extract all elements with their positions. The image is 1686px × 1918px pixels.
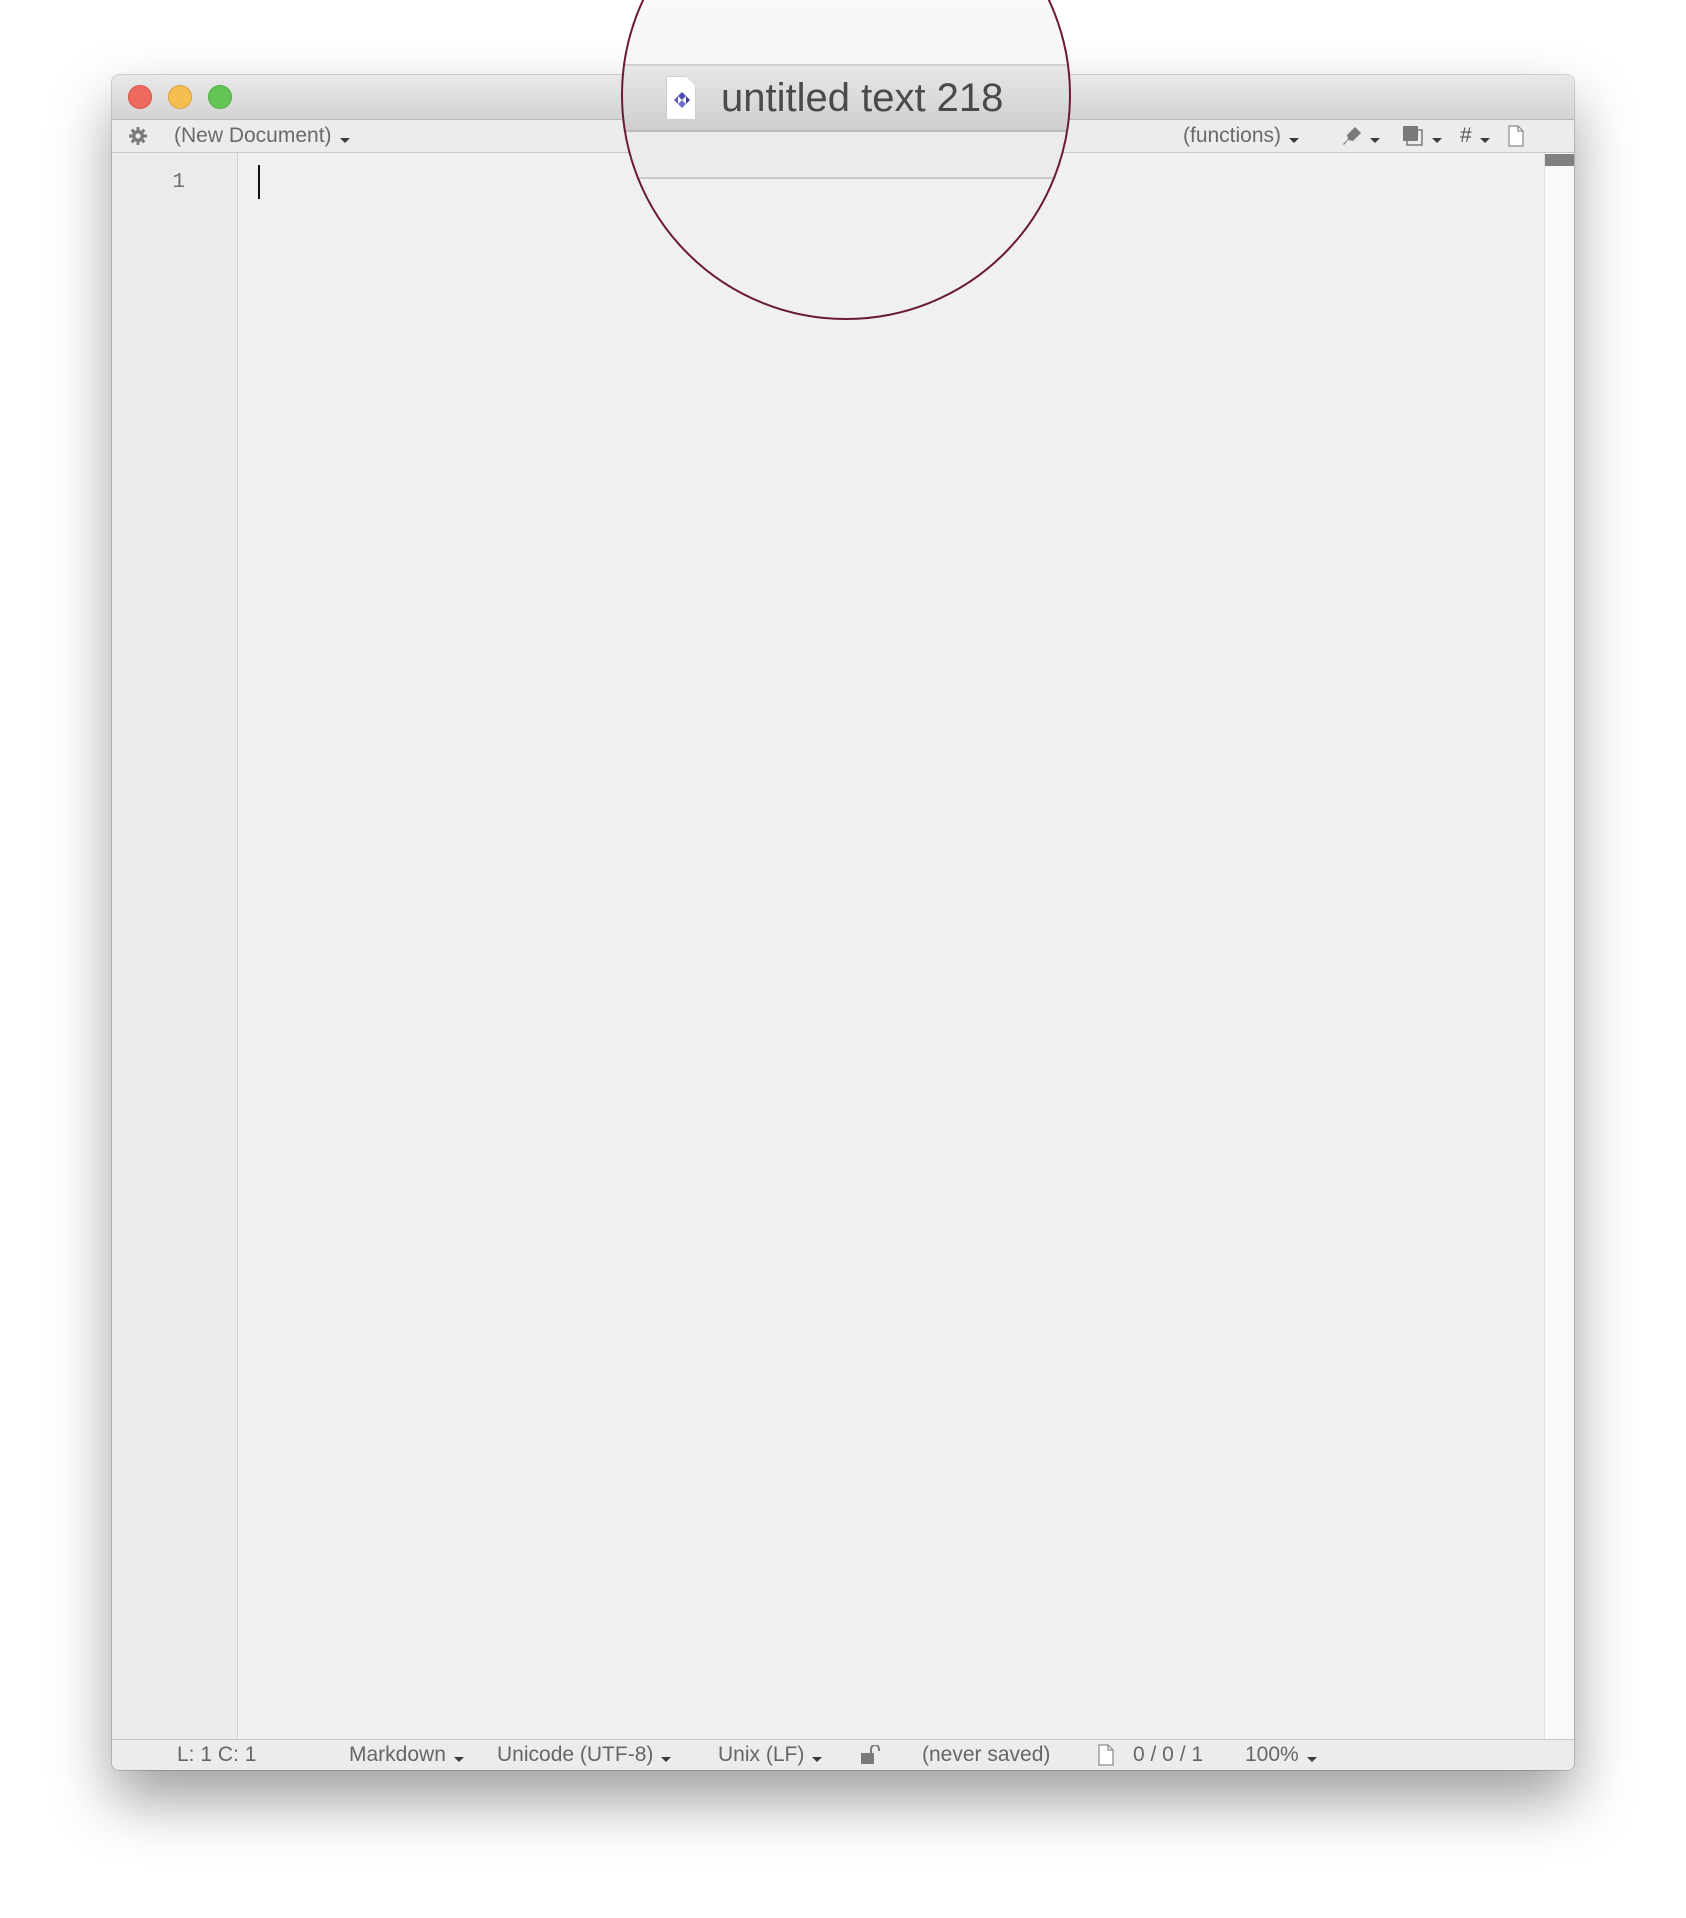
line-endings-label: Unix (LF) <box>718 1743 805 1766</box>
pen-icon <box>1343 127 1361 145</box>
editor-window: (New Document) (functions) # 1 L: 1 C: 1… <box>112 75 1574 1770</box>
line-endings-menu[interactable]: Unix (LF) <box>718 1740 823 1770</box>
magnifier-desktop <box>621 0 1071 64</box>
gear-icon <box>129 127 147 145</box>
functions-menu[interactable]: (functions) <box>1183 120 1300 152</box>
language-menu[interactable]: Markdown <box>349 1740 464 1770</box>
markers-menu[interactable] <box>1342 120 1380 152</box>
zoom-menu[interactable]: 100% <box>1245 1740 1317 1770</box>
document-stats[interactable]: 0 / 0 / 1 <box>1133 1740 1203 1770</box>
lock-button[interactable] <box>860 1740 882 1770</box>
document-menu-label: (New Document) <box>174 124 332 147</box>
cursor-position[interactable]: L: 1 C: 1 <box>177 1740 256 1770</box>
magnifier-toolbar <box>621 132 1071 179</box>
document-icon <box>1098 1744 1114 1766</box>
vertical-scrollbar[interactable] <box>1544 153 1574 1739</box>
hash-menu[interactable]: # <box>1460 120 1490 152</box>
chevron-down-icon <box>661 1757 672 1762</box>
encoding-label: Unicode (UTF-8) <box>497 1743 654 1766</box>
zoom-button[interactable] <box>208 85 232 109</box>
chevron-down-icon <box>1289 138 1300 143</box>
text-cursor <box>258 165 260 199</box>
chevron-down-icon <box>1479 138 1490 143</box>
cursor-position-label: L: 1 C: 1 <box>177 1743 257 1766</box>
status-bar: L: 1 C: 1 Markdown Unicode (UTF-8) Unix … <box>112 1739 1574 1770</box>
text-editor[interactable] <box>238 153 1544 1739</box>
zoom-label: 100% <box>1245 1743 1299 1766</box>
language-label: Markdown <box>349 1743 446 1766</box>
chevron-down-icon <box>339 138 350 143</box>
chevron-down-icon <box>1370 138 1380 143</box>
line-number-gutter: 1 <box>112 153 238 1739</box>
save-state: (never saved) <box>922 1740 1050 1770</box>
scrollbar-thumb[interactable] <box>1545 154 1574 166</box>
functions-menu-label: (functions) <box>1183 124 1282 147</box>
overlapping-squares-icon <box>1403 126 1423 146</box>
document-stats-button[interactable] <box>1098 1740 1114 1770</box>
document-stats-label: 0 / 0 / 1 <box>1133 1743 1204 1766</box>
close-button[interactable] <box>128 85 152 109</box>
magnified-window-title: untitled text 218 <box>721 76 1004 120</box>
unlocked-icon <box>861 1745 880 1764</box>
document-proxy-icon[interactable] <box>666 76 696 120</box>
chevron-down-icon <box>1306 1757 1317 1762</box>
chevron-down-icon <box>1432 138 1442 143</box>
minimize-button[interactable] <box>168 85 192 109</box>
encoding-menu[interactable]: Unicode (UTF-8) <box>497 1740 672 1770</box>
chevron-down-icon <box>453 1757 464 1762</box>
settings-button[interactable] <box>128 120 148 152</box>
chevron-down-icon <box>812 1757 823 1762</box>
hash-label: # <box>1460 124 1472 147</box>
document-info-button[interactable] <box>1508 120 1524 152</box>
document-menu[interactable]: (New Document) <box>174 120 350 152</box>
save-state-label: (never saved) <box>922 1743 1051 1766</box>
document-icon <box>1508 125 1524 147</box>
clippings-menu[interactable] <box>1402 120 1442 152</box>
line-number: 1 <box>172 171 185 194</box>
bbedit-document-icon <box>674 92 690 108</box>
